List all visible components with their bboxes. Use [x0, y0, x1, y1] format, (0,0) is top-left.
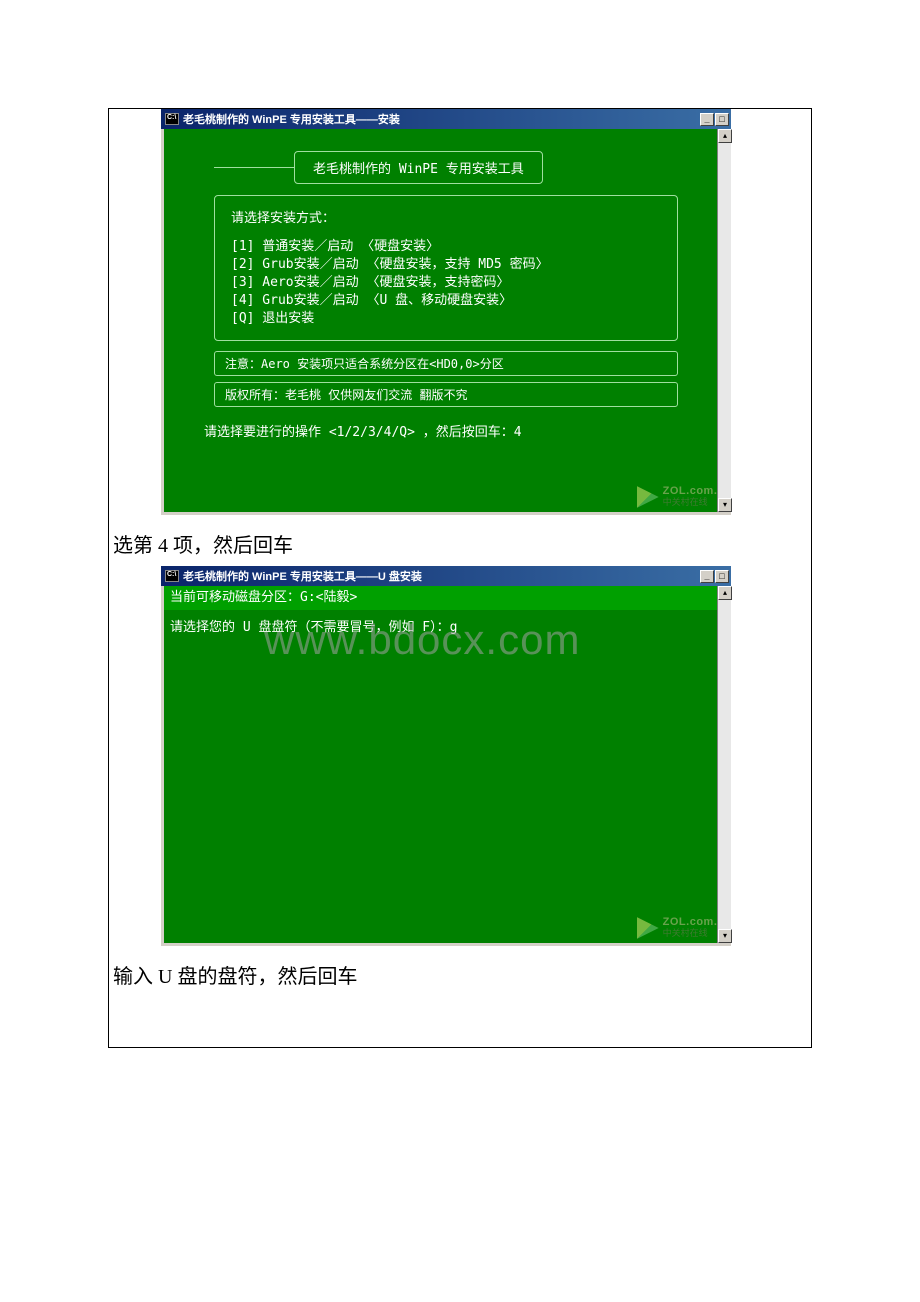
- menu-item-2: [2] Grub安装／启动 〈硬盘安装，支持 MD5 密码〉: [231, 256, 661, 274]
- titlebar: 老毛桃制作的 WinPE 专用安装工具——U 盘安装 _ □: [161, 566, 731, 586]
- select-label: 请选择安装方式：: [231, 210, 661, 228]
- scroll-up-icon[interactable]: ▴: [718, 129, 732, 143]
- zol-logo-icon: [637, 917, 659, 939]
- watermark-line2: 中关村在线: [663, 928, 724, 939]
- maximize-button[interactable]: □: [715, 113, 729, 126]
- window-controls: _ □: [700, 570, 729, 583]
- console-window-udisk: 老毛桃制作的 WinPE 专用安装工具——U 盘安装 _ □ 当前可移动磁盘分区…: [161, 566, 731, 946]
- page-frame: 老毛桃制作的 WinPE 专用安装工具——安装 _ □ 老毛桃制作的 WinPE…: [108, 108, 812, 1048]
- cmd-icon: [165, 570, 179, 582]
- minimize-button[interactable]: _: [700, 113, 714, 126]
- menu-item-1: [1] 普通安装／启动 〈硬盘安装〉: [231, 238, 661, 256]
- watermark-line2: 中关村在线: [663, 497, 724, 508]
- zol-watermark: ZOL.com.c 中关村在线: [637, 486, 724, 508]
- zol-watermark: ZOL.com.c 中关村在线: [637, 917, 724, 939]
- scroll-down-icon[interactable]: ▾: [718, 929, 732, 943]
- cmd-icon: [165, 113, 179, 125]
- window-title: 老毛桃制作的 WinPE 专用安装工具——U 盘安装: [183, 568, 422, 584]
- window-title: 老毛桃制作的 WinPE 专用安装工具——安装: [183, 111, 400, 127]
- maximize-button[interactable]: □: [715, 570, 729, 583]
- scrollbar[interactable]: ▴ ▾: [717, 129, 731, 512]
- scrollbar[interactable]: ▴ ▾: [717, 586, 731, 943]
- window-controls: _ □: [700, 113, 729, 126]
- console-client: 当前可移动磁盘分区：G:<陆毅> 请选择您的 U 盘盘符（不需要冒号，例如 F）…: [164, 586, 728, 943]
- watermark-line1: ZOL.com.c: [663, 486, 724, 497]
- banner-frame: 老毛桃制作的 WinPE 专用安装工具: [214, 151, 678, 185]
- scroll-up-icon[interactable]: ▴: [718, 586, 732, 600]
- instruction-text-2: 输入 U 盘的盘符，然后回车: [113, 960, 811, 989]
- titlebar: 老毛桃制作的 WinPE 专用安装工具——安装 _ □: [161, 109, 731, 129]
- menu-item-4: [4] Grub安装／启动 〈U 盘、移动硬盘安装〉: [231, 292, 661, 310]
- zol-logo-icon: [637, 486, 659, 508]
- current-partition-line: 当前可移动磁盘分区：G:<陆毅>: [164, 586, 728, 610]
- copyright-box: 版权所有：老毛桃 仅供网友们交流 翻版不究: [214, 382, 678, 407]
- operation-prompt: 请选择要进行的操作 <1/2/3/4/Q> ，然后按回车：4: [204, 421, 688, 440]
- menu-item-3: [3] Aero安装／启动 〈硬盘安装，支持密码〉: [231, 274, 661, 292]
- console-window-install: 老毛桃制作的 WinPE 专用安装工具——安装 _ □ 老毛桃制作的 WinPE…: [161, 109, 731, 515]
- drive-letter-prompt: 请选择您的 U 盘盘符（不需要冒号，例如 F）：g: [164, 618, 728, 638]
- scroll-down-icon[interactable]: ▾: [718, 498, 732, 512]
- console-client: 老毛桃制作的 WinPE 专用安装工具 请选择安装方式： [1] 普通安装／启动…: [164, 129, 728, 512]
- instruction-text-1: 选第 4 项，然后回车: [113, 529, 811, 558]
- note-box: 注意：Aero 安装项只适合系统分区在<HD0,0>分区: [214, 351, 678, 376]
- watermark-line1: ZOL.com.c: [663, 917, 724, 928]
- menu-item-q: [Q] 退出安装: [231, 310, 661, 328]
- menu-frame: 请选择安装方式： [1] 普通安装／启动 〈硬盘安装〉 [2] Grub安装／启…: [214, 195, 678, 341]
- minimize-button[interactable]: _: [700, 570, 714, 583]
- banner-title: 老毛桃制作的 WinPE 专用安装工具: [294, 151, 543, 184]
